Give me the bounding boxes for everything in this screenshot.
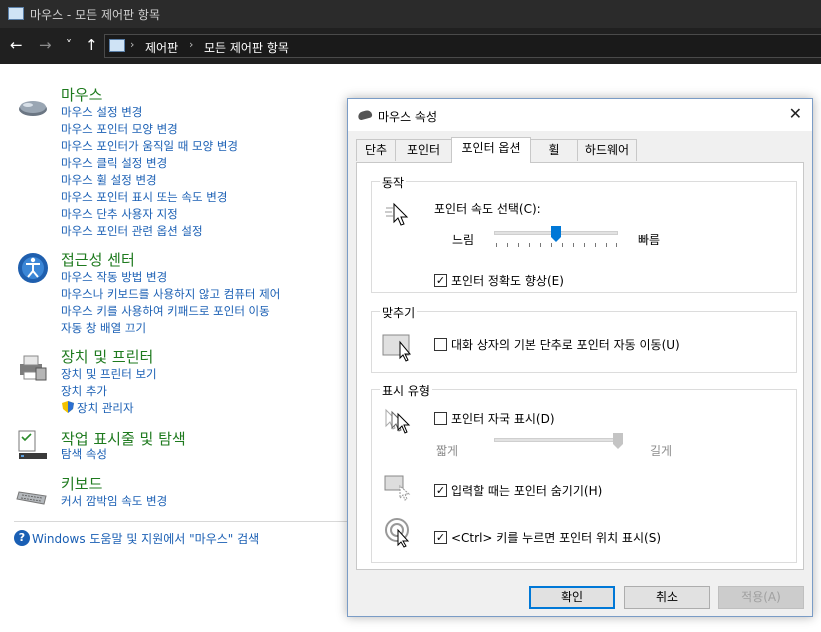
keyboard-icon <box>16 491 47 505</box>
link-click-settings[interactable]: 마우스 클릭 설정 변경 <box>61 155 167 171</box>
motion-group: 동작 포인터 속도 선택(C): 느림 빠름 ✓ 포인터 정확도 향상(E) <box>371 174 797 293</box>
link-button-customize[interactable]: 마우스 단추 사용자 지정 <box>61 206 178 222</box>
fast-label: 빠름 <box>638 233 661 247</box>
printer-icon <box>20 355 47 381</box>
checkbox-box[interactable]: ✓ <box>434 484 447 497</box>
category-title[interactable]: 접근성 센터 <box>61 249 135 270</box>
pointer-trails-icon <box>385 408 411 434</box>
pointer-trails-label: 포인터 자국 표시(D) <box>451 412 555 426</box>
trail-length-slider-thumb <box>613 433 623 449</box>
category-title[interactable]: 장치 및 프린터 <box>61 346 153 367</box>
checkbox-box[interactable] <box>434 412 447 425</box>
link-device-manager[interactable]: 장치 관리자 <box>77 400 134 416</box>
show-location-icon <box>385 518 410 548</box>
divider <box>14 521 347 522</box>
tab-buttons[interactable]: 단추 <box>356 139 396 161</box>
taskbar-icon <box>18 430 47 459</box>
link-add-device[interactable]: 장치 추가 <box>61 383 107 399</box>
speed-label: 포인터 속도 선택(C): <box>434 202 541 216</box>
dialog-title: 마우스 속성 <box>378 110 438 124</box>
group-title: 동작 <box>380 174 407 191</box>
checkbox-box[interactable] <box>434 338 447 351</box>
cancel-button[interactable]: 취소 <box>624 586 710 609</box>
window-title: 마우스 - 모든 제어판 항목 <box>30 8 160 22</box>
category-title[interactable]: 키보드 <box>61 473 102 494</box>
control-panel-icon <box>109 39 125 52</box>
link-auto-arrange-off[interactable]: 자동 창 배열 끄기 <box>61 320 146 336</box>
uac-shield-icon <box>62 401 74 413</box>
snap-to-checkbox[interactable]: 대화 상자의 기본 단추로 포인터 자동 이동(U) <box>434 336 680 353</box>
snap-group: 맞추기 대화 상자의 기본 단추로 포인터 자동 이동(U) <box>371 304 797 373</box>
recent-locations-chevron-icon[interactable]: ˅ <box>66 37 72 53</box>
link-pointer-display-speed[interactable]: 마우스 포인터 표시 또는 속도 변경 <box>61 189 227 205</box>
long-label: 길게 <box>650 444 673 458</box>
precision-checkbox[interactable]: ✓ 포인터 정확도 향상(E) <box>434 272 564 289</box>
back-arrow-icon[interactable]: ← <box>10 37 23 53</box>
pointer-trails-checkbox[interactable]: 포인터 자국 표시(D) <box>434 410 555 427</box>
ctrl-location-checkbox[interactable]: ✓ <Ctrl> 키를 누르면 포인터 위치 표시(S) <box>434 529 661 546</box>
breadcrumb-separator[interactable]: › <box>189 38 193 51</box>
snap-to-label: 대화 상자의 기본 단추로 포인터 자동 이동(U) <box>451 338 680 352</box>
checkbox-box[interactable]: ✓ <box>434 531 447 544</box>
group-title: 맞추기 <box>380 304 418 321</box>
link-mouse-keys[interactable]: 마우스 키를 사용하여 키패드로 포인터 이동 <box>61 303 270 319</box>
up-arrow-icon[interactable]: ↑ <box>85 37 98 53</box>
tab-hardware[interactable]: 하드웨어 <box>577 139 637 161</box>
tab-panel: 동작 포인터 속도 선택(C): 느림 빠름 ✓ 포인터 정확도 향상(E) 맞… <box>356 162 804 570</box>
group-title: 표시 유형 <box>380 382 432 399</box>
ok-button[interactable]: 확인 <box>529 586 615 609</box>
precision-label: 포인터 정확도 향상(E) <box>451 274 564 288</box>
navigation-bar: ← → ˅ ↑ › 제어판 › 모든 제어판 항목 <box>0 28 821 64</box>
window-titlebar: 마우스 - 모든 제어판 항목 <box>0 0 821 28</box>
link-pointer-move-shape[interactable]: 마우스 포인터가 움직일 때 모양 변경 <box>61 138 238 154</box>
checkbox-box[interactable]: ✓ <box>434 274 447 287</box>
category-title[interactable]: 마우스 <box>61 84 102 105</box>
link-pointer-shape[interactable]: 마우스 포인터 모양 변경 <box>61 121 178 137</box>
address-bar[interactable]: › 제어판 › 모든 제어판 항목 <box>104 34 821 58</box>
hide-while-typing-label: 입력할 때는 포인터 숨기기(H) <box>451 484 603 498</box>
mouse-icon <box>19 101 47 116</box>
breadcrumb-separator[interactable]: › <box>130 38 134 51</box>
mouse-icon <box>357 109 373 121</box>
link-view-devices[interactable]: 장치 및 프린터 보기 <box>61 366 157 382</box>
link-pointer-options[interactable]: 마우스 포인터 관련 옵션 설정 <box>61 223 203 239</box>
help-link-text[interactable]: Windows 도움말 및 지원에서 "마우스" 검색 <box>32 530 259 547</box>
control-panel-icon <box>8 7 24 20</box>
snap-to-icon <box>382 334 412 362</box>
tab-wheel[interactable]: 휠 <box>530 139 578 161</box>
trail-length-slider-track <box>494 438 618 442</box>
mouse-properties-dialog: 마우스 속성 ✕ 단추 포인터 포인터 옵션 휠 하드웨어 동작 포인터 속도 … <box>347 98 813 617</box>
forward-arrow-icon[interactable]: → <box>39 37 52 53</box>
link-navigation-properties[interactable]: 탐색 속성 <box>61 446 107 462</box>
link-mouse-settings[interactable]: 마우스 설정 변경 <box>61 104 142 120</box>
pointer-speed-icon <box>385 202 409 226</box>
apply-button[interactable]: 적용(A) <box>718 586 804 609</box>
link-mouse-works[interactable]: 마우스 작동 방법 변경 <box>61 269 167 285</box>
hide-pointer-icon <box>384 475 411 501</box>
tab-pointers[interactable]: 포인터 <box>395 139 452 161</box>
accessibility-icon <box>18 253 48 283</box>
close-icon[interactable]: ✕ <box>789 104 802 123</box>
dialog-titlebar: 마우스 속성 ✕ <box>348 99 812 131</box>
tab-pointer-options[interactable]: 포인터 옵션 <box>451 137 531 163</box>
help-icon: ? <box>14 530 30 546</box>
speed-slider-ticks <box>494 243 618 248</box>
link-wheel-settings[interactable]: 마우스 휠 설정 변경 <box>61 172 157 188</box>
ctrl-location-label: <Ctrl> 키를 누르면 포인터 위치 표시(S) <box>451 531 661 545</box>
short-label: 짧게 <box>436 444 459 458</box>
link-control-without-input[interactable]: 마우스나 키보드를 사용하지 않고 컴퓨터 제어 <box>61 286 280 302</box>
hide-while-typing-checkbox[interactable]: ✓ 입력할 때는 포인터 숨기기(H) <box>434 482 602 499</box>
breadcrumb-control-panel[interactable]: 제어판 <box>145 39 178 56</box>
slow-label: 느림 <box>452 233 475 247</box>
link-cursor-blink-rate[interactable]: 커서 깜박임 속도 변경 <box>61 493 167 509</box>
visibility-group: 표시 유형 포인터 자국 표시(D) 짧게 길게 ✓ 입력할 때는 포인터 숨기… <box>371 382 797 563</box>
breadcrumb-all-items[interactable]: 모든 제어판 항목 <box>204 39 289 56</box>
speed-slider-thumb[interactable] <box>551 226 561 242</box>
